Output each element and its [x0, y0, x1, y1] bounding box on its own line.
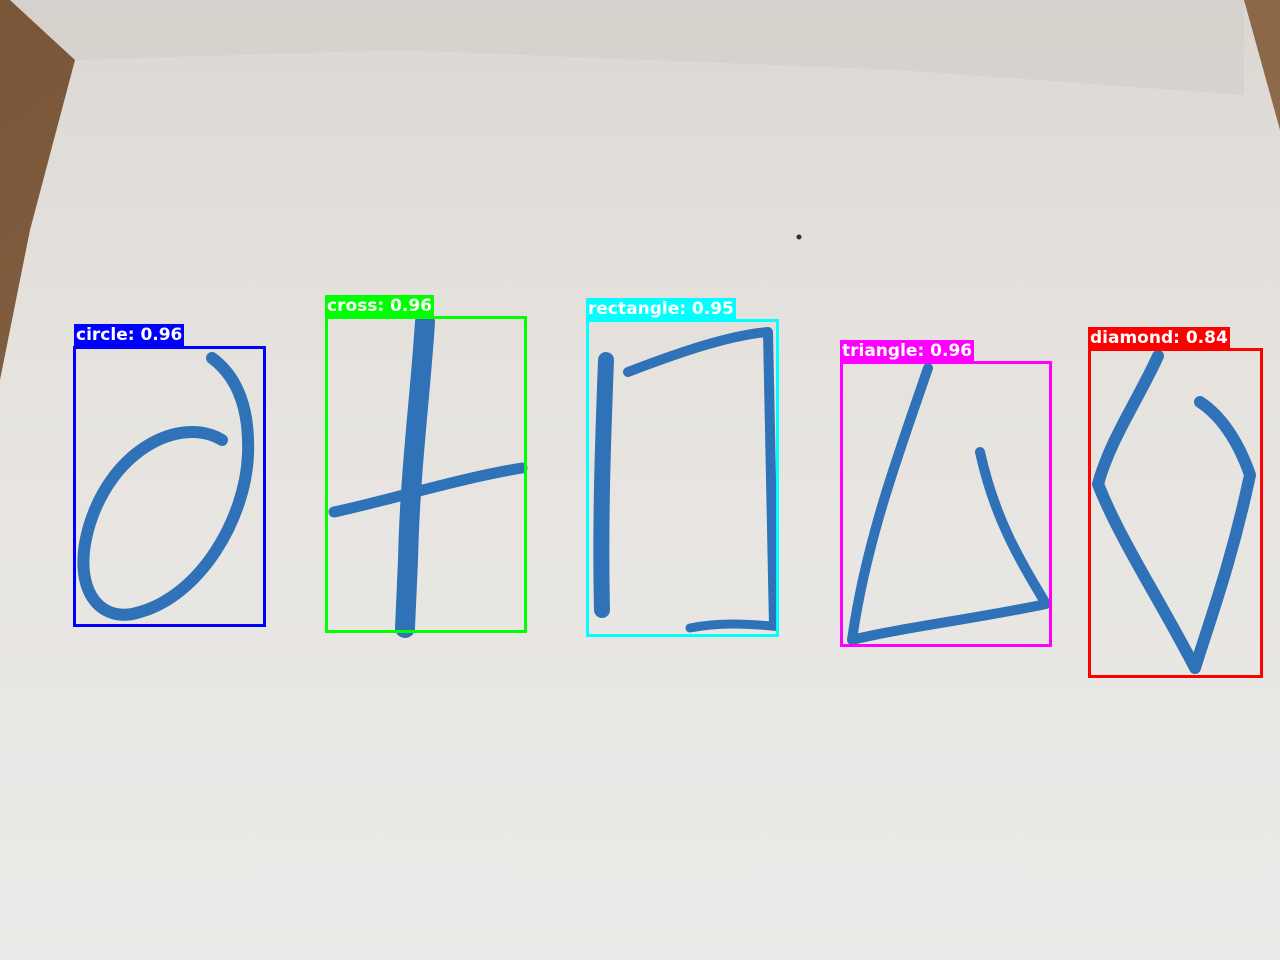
- detection-label-cross: cross: 0.96: [325, 295, 435, 317]
- detection-box-diamond: [1088, 348, 1263, 678]
- detection-label-triangle: triangle: 0.96: [840, 340, 975, 362]
- detection-label-diamond: diamond: 0.84: [1088, 327, 1230, 349]
- detection-box-circle: [73, 346, 266, 627]
- detection-box-rectangle: [586, 319, 779, 637]
- paper-speck: [796, 234, 802, 240]
- detection-label-rectangle: rectangle: 0.95: [586, 298, 736, 320]
- detection-box-triangle: [840, 361, 1052, 647]
- detection-label-circle: circle: 0.96: [74, 324, 185, 346]
- detection-box-cross: [325, 316, 527, 633]
